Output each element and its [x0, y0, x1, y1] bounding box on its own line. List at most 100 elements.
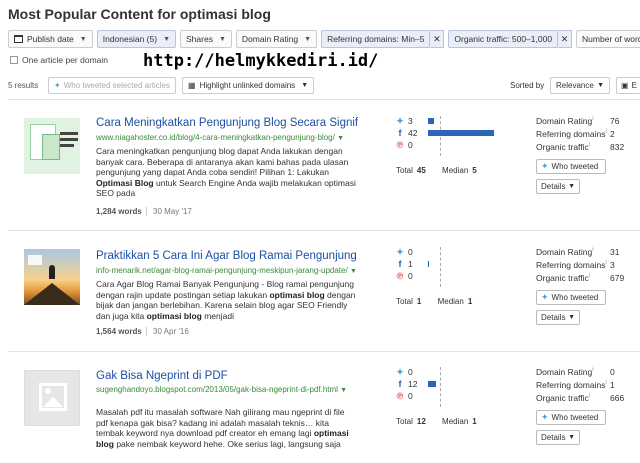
- chevron-down-icon: ▼: [79, 35, 87, 43]
- article-url-link[interactable]: sugenghandoyo.blogspot.com/2013/05/gak-b…: [96, 385, 360, 396]
- divider: [8, 230, 640, 231]
- highlight-unlinked-label: Highlight unlinked domains: [199, 81, 296, 90]
- clear-organic-traffic-button[interactable]: ✕: [558, 30, 573, 48]
- twitter-icon: ✦: [541, 292, 549, 302]
- organic-traffic-filter[interactable]: Organic traffic: 500–1,000: [448, 30, 559, 48]
- article-thumbnail-placeholder[interactable]: [24, 370, 80, 426]
- article-title-link[interactable]: Praktikkan 5 Cara Ini Agar Blog Ramai Pe…: [96, 250, 358, 262]
- twitter-icon: ✦: [396, 115, 404, 126]
- facebook-share-bar: [428, 381, 436, 387]
- close-icon: ✕: [433, 33, 441, 44]
- pinterest-icon: ℗: [396, 271, 404, 281]
- social-shares: ✦ 3 f 42 ℗ 0 Total 45 Median 5: [396, 116, 516, 176]
- article-thumbnail[interactable]: [24, 118, 80, 174]
- divider: [146, 207, 147, 216]
- total-shares: 45: [416, 166, 426, 175]
- facebook-shares-row: f 1: [396, 259, 429, 269]
- publish-date: 30 Apr '16: [153, 327, 189, 336]
- pinterest-shares-row: ℗ 0: [396, 140, 413, 150]
- filter-bar: Publish date ▼ Indonesian (5) ▼ Shares ▼…: [8, 30, 640, 48]
- facebook-icon: f: [398, 128, 402, 138]
- pinterest-shares-row: ℗ 0: [396, 391, 413, 401]
- watermark: http://helmykkediri.id/: [143, 51, 379, 71]
- word-count: 1,564 words: [96, 327, 142, 336]
- chevron-down-icon: ▼: [568, 183, 575, 190]
- article-snippet: Masalah pdf itu masalah software Nah gil…: [96, 407, 349, 449]
- publish-date-label: Publish date: [27, 34, 74, 44]
- article-snippet: Cara meningkatkan pengunjung blog dapat …: [96, 146, 356, 199]
- social-shares: ✦ 0 f 1 ℗ 0 Total 1 Median 1: [396, 247, 516, 307]
- referring-domains-label: Referring domains: Min–5: [327, 34, 425, 44]
- facebook-share-count: 42: [408, 128, 418, 138]
- one-article-label: One article per domain: [22, 55, 108, 65]
- organic-traffic-filter-group: Organic traffic: 500–1,000 ✕: [448, 30, 573, 48]
- twitter-share-count: 0: [408, 247, 413, 257]
- one-article-per-domain-toggle[interactable]: One article per domain: [10, 55, 108, 65]
- calendar-icon: [14, 35, 23, 43]
- organic-traffic-metric: Organic traffici 666: [536, 393, 625, 403]
- highlight-unlinked-button[interactable]: ▦ Highlight unlinked domains ▼: [182, 77, 315, 94]
- chevron-down-icon: ▼: [301, 82, 309, 89]
- organic-traffic-label: Organic traffic: 500–1,000: [454, 34, 553, 44]
- facebook-share-count: 12: [408, 379, 418, 389]
- sort-value: Relevance: [556, 81, 594, 90]
- details-button[interactable]: Details ▼: [536, 179, 580, 194]
- details-button[interactable]: Details ▼: [536, 310, 580, 325]
- domain-rating-filter[interactable]: Domain Rating ▼: [235, 30, 318, 48]
- article-url-link[interactable]: www.niagahoster.co.id/blog/4-cara-mening…: [96, 133, 360, 144]
- shares-label: Shares: [186, 34, 213, 44]
- details-button[interactable]: Details ▼: [536, 430, 580, 445]
- twitter-icon: ✦: [396, 246, 404, 257]
- social-shares: ✦ 0 f 12 ℗ 0 Total 12 Median 1: [396, 367, 516, 427]
- share-totals: Total 1 Median 1: [396, 297, 473, 306]
- pinterest-share-count: 0: [408, 140, 413, 150]
- sort-select[interactable]: Relevance ▼: [550, 77, 610, 94]
- divider: [146, 327, 147, 336]
- facebook-icon: f: [398, 259, 402, 269]
- language-filter[interactable]: Indonesian (5) ▼: [96, 30, 177, 48]
- results-count: 5 results: [8, 81, 39, 90]
- twitter-shares-row: ✦ 0: [396, 366, 413, 378]
- referring-domains-metric: Referring domainsi 1: [536, 380, 615, 390]
- sorted-by-label: Sorted by: [510, 81, 545, 90]
- twitter-icon: ✦: [541, 412, 549, 422]
- median-shares: 1: [467, 297, 473, 306]
- export-label: E: [631, 81, 637, 90]
- total-shares: 1: [416, 297, 422, 306]
- facebook-share-bar: [428, 130, 494, 136]
- facebook-share-bar: [428, 261, 429, 267]
- pinterest-shares-row: ℗ 0: [396, 271, 413, 281]
- domain-rating-metric: Domain Ratingi 0: [536, 367, 615, 377]
- median-shares: 1: [472, 417, 477, 426]
- twitter-icon: ✦: [541, 161, 549, 171]
- who-tweeted-button[interactable]: ✦ Who tweeted: [536, 410, 606, 425]
- twitter-icon: ✦: [396, 366, 404, 377]
- who-tweeted-button[interactable]: ✦ Who tweeted: [536, 159, 606, 174]
- results-toolbar: 5 results ✦ Who tweeted selected article…: [0, 77, 640, 95]
- page-title: Most Popular Content for optimasi blog: [8, 6, 271, 22]
- pinterest-share-count: 0: [408, 271, 413, 281]
- article-snippet: Cara Agar Blog Ramai Banyak Pengunjung -…: [96, 279, 356, 321]
- article-title-link[interactable]: Cara Meningkatkan Pengunjung Blog Secara…: [96, 117, 358, 129]
- chevron-down-icon: ▼: [218, 35, 226, 43]
- who-tweeted-selected-button[interactable]: ✦ Who tweeted selected articles: [48, 77, 176, 94]
- export-button[interactable]: ▣ E: [616, 77, 640, 94]
- shares-filter[interactable]: Shares ▼: [180, 30, 232, 48]
- number-of-words-filter[interactable]: Number of words ▼: [576, 30, 640, 48]
- one-article-checkbox[interactable]: [10, 56, 18, 64]
- pinterest-share-count: 0: [408, 391, 413, 401]
- chevron-down-icon: ▼: [597, 82, 604, 89]
- language-label: Indonesian (5): [102, 34, 158, 44]
- article-thumbnail[interactable]: [24, 249, 80, 305]
- publish-date-filter[interactable]: Publish date ▼: [8, 30, 93, 48]
- referring-domains-filter[interactable]: Referring domains: Min–5: [321, 30, 431, 48]
- clear-referring-domains-button[interactable]: ✕: [430, 30, 445, 48]
- export-icon: ▣: [621, 81, 629, 90]
- referring-domains-filter-group: Referring domains: Min–5 ✕: [321, 30, 445, 48]
- facebook-icon: f: [398, 379, 402, 389]
- article-url-link[interactable]: info-menarik.net/agar-blog-ramai-pengunj…: [96, 266, 360, 277]
- pinterest-icon: ℗: [396, 391, 404, 401]
- who-tweeted-button[interactable]: ✦ Who tweeted: [536, 290, 606, 305]
- article-title-link[interactable]: Gak Bisa Ngeprint di PDF: [96, 370, 358, 382]
- chevron-down-icon: ▼: [568, 314, 575, 321]
